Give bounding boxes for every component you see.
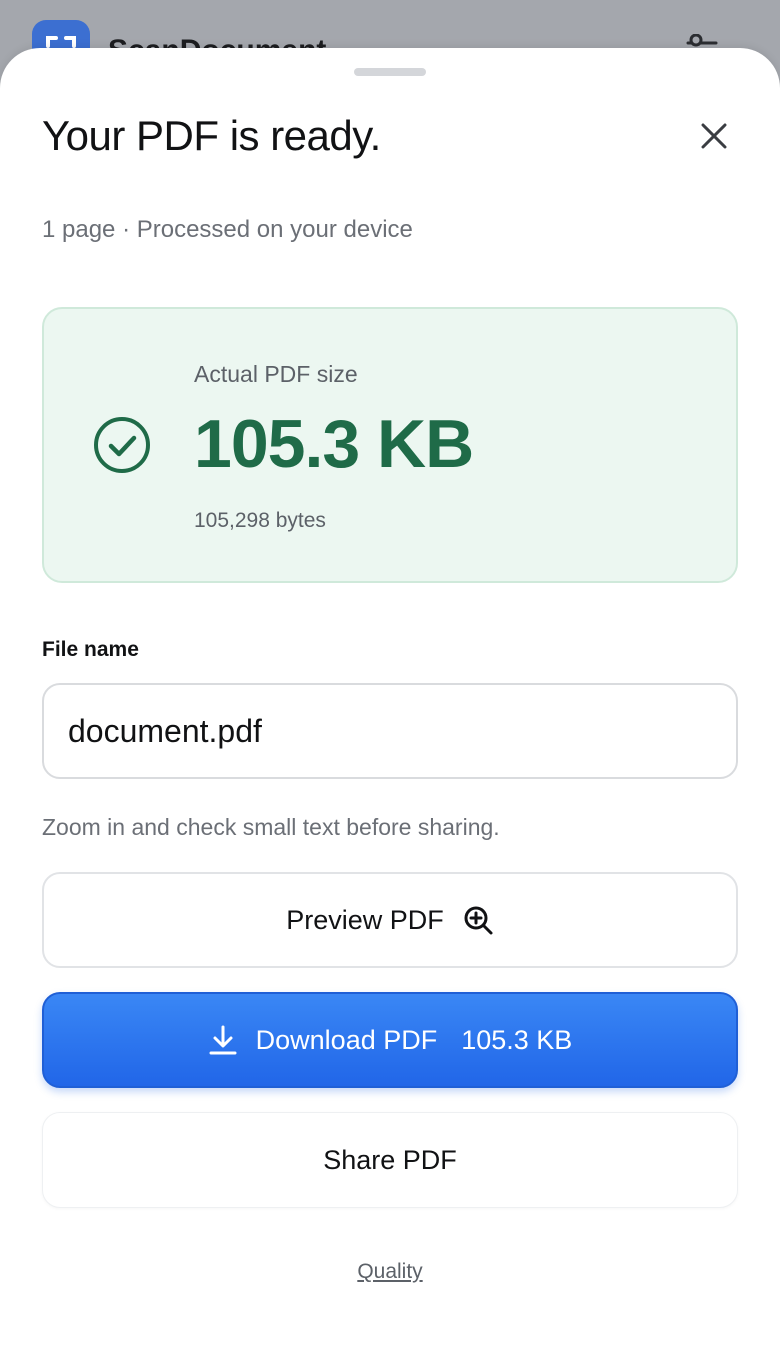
check-circle-icon	[94, 417, 150, 473]
size-label: Actual PDF size	[194, 361, 358, 387]
size-bytes: 105,298 bytes	[194, 509, 326, 532]
share-pdf-button[interactable]: Share PDF	[42, 1112, 738, 1208]
pdf-ready-sheet: Your PDF is ready. 1 page · Processed on…	[0, 48, 780, 1348]
share-pdf-label: Share PDF	[323, 1144, 457, 1175]
close-icon	[701, 123, 727, 149]
file-name-label: File name	[42, 638, 139, 661]
sheet-subtitle: 1 page · Processed on your device	[42, 216, 413, 243]
size-value: 105.3 KB	[194, 406, 474, 482]
download-icon	[209, 1025, 237, 1055]
sheet-grabber[interactable]	[354, 68, 426, 76]
download-pdf-button[interactable]: Download PDF 105.3 KB	[42, 992, 738, 1088]
quality-link[interactable]: Quality	[0, 1260, 780, 1284]
sheet-title: Your PDF is ready.	[42, 112, 381, 159]
download-size: 105.3 KB	[461, 1024, 573, 1055]
zoom-in-icon	[464, 906, 493, 935]
preview-pdf-button[interactable]: Preview PDF	[42, 872, 738, 968]
download-pdf-label: Download PDF	[255, 1024, 438, 1055]
zoom-hint: Zoom in and check small text before shar…	[42, 814, 500, 840]
pdf-size-card: Actual PDF size 105.3 KB 105,298 bytes	[42, 307, 738, 583]
file-name-input[interactable]	[42, 683, 738, 779]
preview-pdf-label: Preview PDF	[286, 904, 444, 935]
close-button[interactable]	[690, 112, 738, 160]
